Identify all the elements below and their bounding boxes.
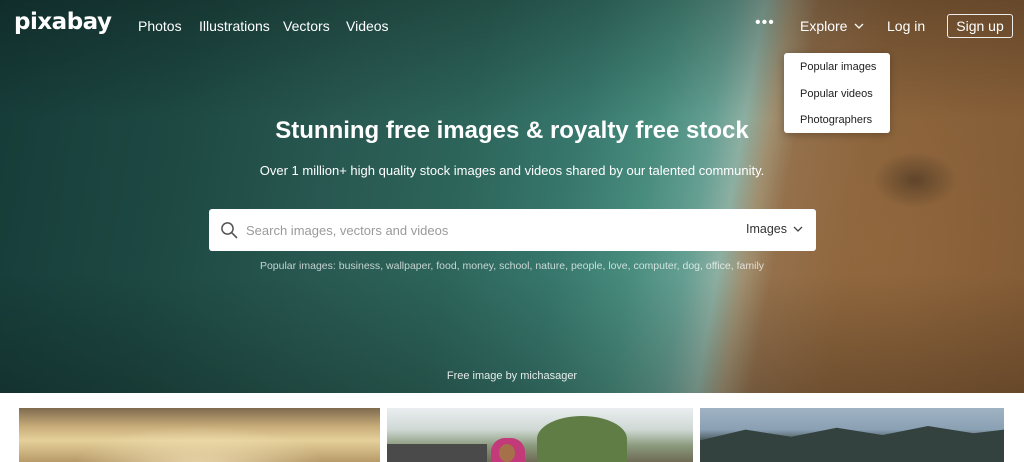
signup-button[interactable]: Sign up	[947, 14, 1013, 38]
explore-label: Explore	[800, 18, 848, 34]
thumbnail-tree	[537, 416, 627, 462]
popular-tag[interactable]: love	[608, 260, 627, 272]
popular-tag[interactable]: family	[737, 260, 764, 272]
chevron-down-icon	[793, 226, 803, 232]
pixabay-logo[interactable]: pixabay	[14, 9, 112, 35]
nav-link-videos[interactable]: Videos	[346, 18, 389, 34]
popular-tag[interactable]: people	[571, 260, 603, 272]
signup-label: Sign up	[956, 18, 1004, 34]
menu-item-popular-images[interactable]: Popular images	[784, 60, 890, 87]
hero-headline: Stunning free images & royalty free stoc…	[275, 117, 749, 144]
top-navigation-bar: pixabay Photos Illustrations Vectors Vid…	[0, 0, 1024, 54]
popular-tag[interactable]: wallpaper	[386, 260, 430, 272]
thumbnail-mountain-ridge	[700, 426, 1004, 462]
media-type-selected: Images	[746, 222, 787, 236]
thumbnail-roof	[387, 444, 487, 462]
popular-tag[interactable]: food	[436, 260, 456, 272]
image-thumbnail[interactable]	[19, 408, 380, 462]
popular-tag[interactable]: business	[339, 260, 380, 272]
image-thumbnail[interactable]	[387, 408, 693, 462]
menu-item-popular-videos[interactable]: Popular videos	[784, 87, 890, 114]
media-type-dropdown[interactable]: Images	[746, 222, 803, 236]
popular-tag[interactable]: money	[463, 260, 494, 272]
more-options-button[interactable]: •••	[755, 14, 775, 32]
popular-tag[interactable]: office	[706, 260, 731, 272]
login-link[interactable]: Log in	[887, 18, 925, 34]
chevron-down-icon	[855, 23, 864, 29]
search-input[interactable]	[246, 218, 716, 242]
nav-link-vectors[interactable]: Vectors	[283, 18, 330, 34]
thumbnail-person	[491, 438, 525, 462]
search-bar: Images	[209, 209, 816, 251]
popular-tag[interactable]: dog	[682, 260, 700, 272]
explore-button[interactable]: Explore	[800, 18, 864, 34]
image-thumbnail[interactable]	[700, 408, 1004, 462]
search-icon[interactable]	[220, 221, 238, 239]
hero-subheadline: Over 1 million+ high quality stock image…	[259, 163, 765, 178]
popular-searches: Popular images: business, wallpaper, foo…	[259, 260, 765, 272]
popular-tag[interactable]: school	[499, 260, 529, 272]
popular-searches-label: Popular images:	[259, 260, 336, 272]
popular-tag[interactable]: nature	[535, 260, 565, 272]
popular-tag[interactable]: computer	[633, 260, 676, 272]
image-credit[interactable]: Free image by michasager	[0, 370, 1024, 382]
nav-link-illustrations[interactable]: Illustrations	[199, 18, 270, 34]
nav-link-photos[interactable]: Photos	[138, 18, 182, 34]
